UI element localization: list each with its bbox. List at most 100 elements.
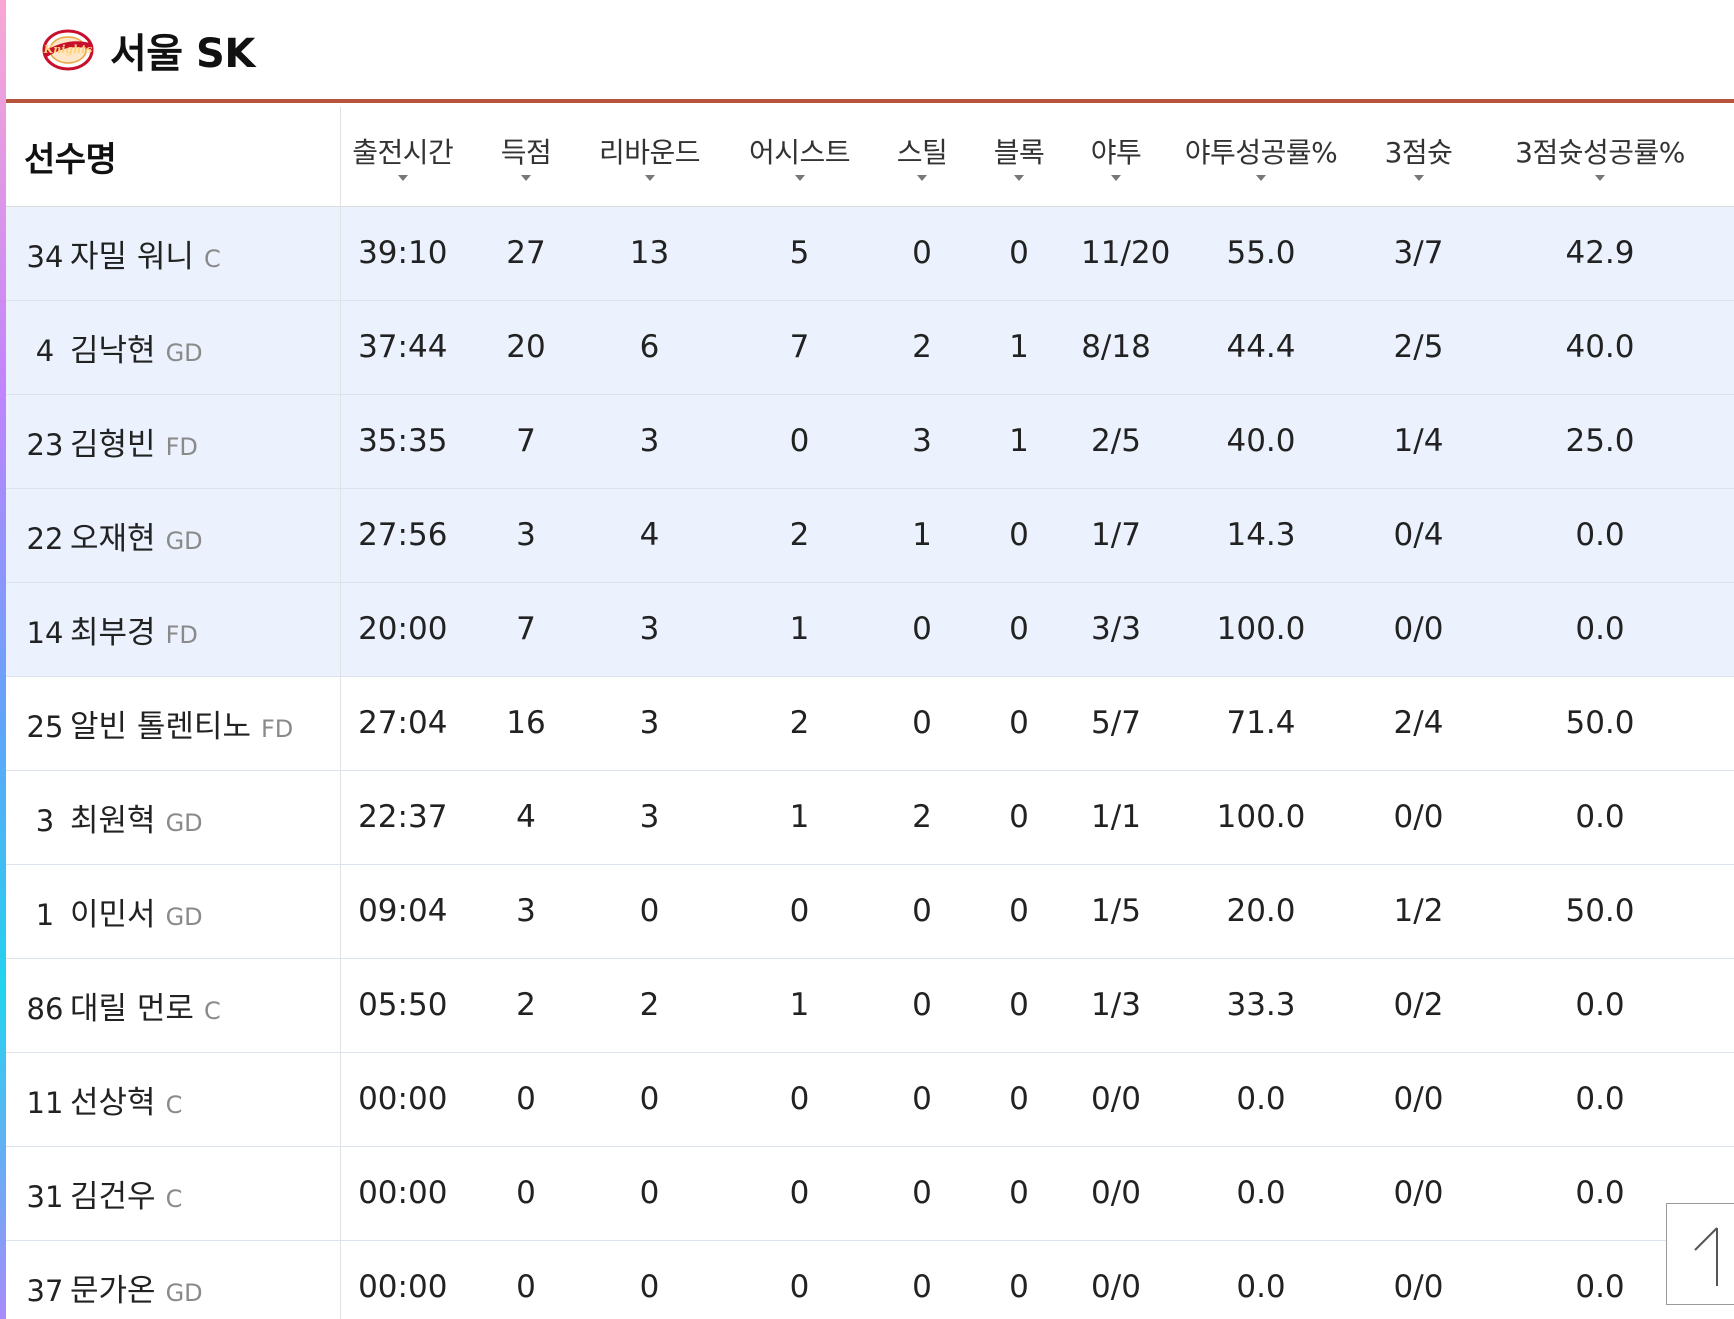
stat-field-goal-pct: 44.4 [1151, 300, 1371, 395]
column-header-label: 3점슛성공률% [1515, 136, 1685, 170]
stat-rebounds: 13 [587, 206, 712, 301]
player-name[interactable]: 오재현 [70, 521, 156, 557]
stat-field-goals: 3/3 [1081, 582, 1151, 677]
stat-minutes: 27:56 [340, 488, 465, 583]
stat-points: 7 [465, 582, 587, 677]
stat-points: 16 [465, 676, 587, 771]
sort-down-icon[interactable] [917, 175, 927, 182]
stat-three-point-pct: 0.0 [1466, 488, 1734, 583]
player-name-cell[interactable]: 22 오재현 GD [6, 488, 341, 583]
stat-blocks: 0 [957, 206, 1081, 301]
table-row[interactable]: 14 최부경 FD 20:00 7 3 1 0 0 3/3 100.0 0/0 0.0 [6, 582, 1734, 677]
column-header-field-goals[interactable]: 야투 [1081, 107, 1151, 207]
sort-down-icon[interactable] [1111, 175, 1121, 182]
sort-down-icon[interactable] [1014, 175, 1024, 182]
player-name[interactable]: 최원혁 [70, 803, 156, 839]
stat-assists: 0 [712, 1052, 887, 1147]
column-header-steals[interactable]: 스틸 [887, 107, 957, 207]
table-row[interactable]: 86 대릴 먼로 C 05:50 2 2 1 0 0 1/3 33.3 0/2 0.0 [6, 958, 1734, 1053]
column-header-field-goal-pct[interactable]: 야투성공률% [1151, 107, 1371, 207]
team-logo: Knights [40, 28, 96, 72]
player-name[interactable]: 문가온 [70, 1273, 156, 1309]
table-row[interactable]: 25 알빈 톨렌티노 FD 27:04 16 3 2 0 0 5/7 71.4 2/4 50.0 [6, 676, 1734, 771]
stat-field-goal-pct: 20.0 [1151, 864, 1371, 959]
stat-rebounds: 4 [587, 488, 712, 583]
column-header-label: 리바운드 [598, 136, 701, 170]
stat-points: 20 [465, 300, 587, 395]
column-header-blocks[interactable]: 블록 [957, 107, 1081, 207]
sort-down-icon[interactable] [1413, 175, 1424, 182]
column-header-label: 어시스트 [748, 136, 851, 170]
player-name[interactable]: 선상혁 [70, 1085, 156, 1121]
player-name[interactable]: 이민서 [70, 897, 156, 933]
stat-field-goal-pct: 0.0 [1151, 1052, 1371, 1147]
player-position: FD [165, 620, 198, 649]
stat-minutes: 05:50 [340, 958, 465, 1053]
table-row[interactable]: 34 자밀 워니 C 39:10 27 13 5 0 0 11/20 55.0 3/7 42.9 [6, 206, 1734, 301]
player-name-cell[interactable]: 3 최원혁 GD [6, 770, 341, 865]
column-header-three-pointers[interactable]: 3점슛 [1371, 107, 1466, 207]
sort-down-icon[interactable] [644, 175, 655, 182]
column-header-three-point-pct[interactable]: 3점슛성공률% [1466, 107, 1734, 207]
stat-assists: 1 [712, 582, 887, 677]
player-name-cell[interactable]: 34 자밀 워니 C [6, 206, 341, 301]
player-name[interactable]: 최부경 [70, 615, 156, 651]
table-row[interactable]: 22 오재현 GD 27:56 3 4 2 1 0 1/7 14.3 0/4 0.0 [6, 488, 1734, 583]
table-row[interactable]: 4 김낙현 GD 37:44 20 6 7 2 1 8/18 44.4 2/5 40.0 [6, 300, 1734, 395]
stat-three-pointers: 2/4 [1371, 676, 1466, 771]
player-name-cell[interactable]: 23 김형빈 FD [6, 394, 341, 489]
box-score-table-wrap: 선수명 출전시간 득점 리바운드 어시스트 스틸 블록 야투 야투성공률% 3점… [6, 107, 1734, 1319]
player-name[interactable]: 자밀 워니 [70, 239, 194, 275]
table-row[interactable]: 11 선상혁 C 00:00 0 0 0 0 0 0/0 0.0 0/0 0.0 [6, 1052, 1734, 1147]
column-header-points[interactable]: 득점 [465, 107, 587, 207]
stat-field-goals: 2/5 [1081, 394, 1151, 489]
stat-assists: 7 [712, 300, 887, 395]
player-name[interactable]: 대릴 먼로 [70, 991, 194, 1027]
stat-points: 0 [465, 1146, 587, 1241]
sort-down-icon[interactable] [1595, 175, 1605, 182]
stat-three-pointers: 0/0 [1371, 1146, 1466, 1241]
stat-blocks: 0 [957, 582, 1081, 677]
player-name-cell[interactable]: 31 김건우 C [6, 1146, 341, 1241]
stat-assists: 2 [712, 676, 887, 771]
sort-down-icon[interactable] [521, 175, 531, 182]
sort-down-icon[interactable] [794, 175, 805, 182]
table-row[interactable]: 31 김건우 C 00:00 0 0 0 0 0 0/0 0.0 0/0 0.0 [6, 1146, 1734, 1241]
player-name-cell[interactable]: 11 선상혁 C [6, 1052, 341, 1147]
stat-points: 7 [465, 394, 587, 489]
scroll-to-top-button[interactable] [1666, 1203, 1734, 1305]
stat-blocks: 0 [957, 1146, 1081, 1241]
sort-down-icon[interactable] [1256, 175, 1266, 182]
sort-down-icon[interactable] [397, 175, 408, 182]
table-row[interactable]: 37 문가온 GD 00:00 0 0 0 0 0 0/0 0.0 0/0 0.0 [6, 1240, 1734, 1319]
player-name[interactable]: 김건우 [70, 1179, 156, 1215]
stat-field-goals: 1/1 [1081, 770, 1151, 865]
player-name[interactable]: 김낙현 [70, 333, 156, 369]
stat-blocks: 0 [957, 770, 1081, 865]
player-name-cell[interactable]: 86 대릴 먼로 C [6, 958, 341, 1053]
stat-minutes: 00:00 [340, 1146, 465, 1241]
column-header-minutes[interactable]: 출전시간 [340, 107, 465, 207]
player-name[interactable]: 김형빈 [70, 427, 156, 463]
stat-three-point-pct: 40.0 [1466, 300, 1734, 395]
team-logo-text: Knights [43, 43, 93, 56]
table-row[interactable]: 1 이민서 GD 09:04 3 0 0 0 0 1/5 20.0 1/2 50.0 [6, 864, 1734, 959]
column-header-assists[interactable]: 어시스트 [712, 107, 887, 207]
stat-points: 4 [465, 770, 587, 865]
column-header-rebounds[interactable]: 리바운드 [587, 107, 712, 207]
stat-steals: 0 [887, 1240, 957, 1319]
stat-assists: 0 [712, 1146, 887, 1241]
player-name-cell[interactable]: 25 알빈 톨렌티노 FD [6, 676, 341, 771]
player-name[interactable]: 알빈 톨렌티노 [70, 709, 251, 745]
stat-points: 3 [465, 864, 587, 959]
table-row[interactable]: 3 최원혁 GD 22:37 4 3 1 2 0 1/1 100.0 0/0 0.0 [6, 770, 1734, 865]
stat-field-goal-pct: 55.0 [1151, 206, 1371, 301]
stat-three-point-pct: 42.9 [1466, 206, 1734, 301]
player-name-cell[interactable]: 4 김낙현 GD [6, 300, 341, 395]
player-name-cell[interactable]: 14 최부경 FD [6, 582, 341, 677]
player-name-cell[interactable]: 1 이민서 GD [6, 864, 341, 959]
stat-minutes: 37:44 [340, 300, 465, 395]
stat-field-goals: 5/7 [1081, 676, 1151, 771]
table-row[interactable]: 23 김형빈 FD 35:35 7 3 0 3 1 2/5 40.0 1/4 25.0 [6, 394, 1734, 489]
player-name-cell[interactable]: 37 문가온 GD [6, 1240, 341, 1319]
